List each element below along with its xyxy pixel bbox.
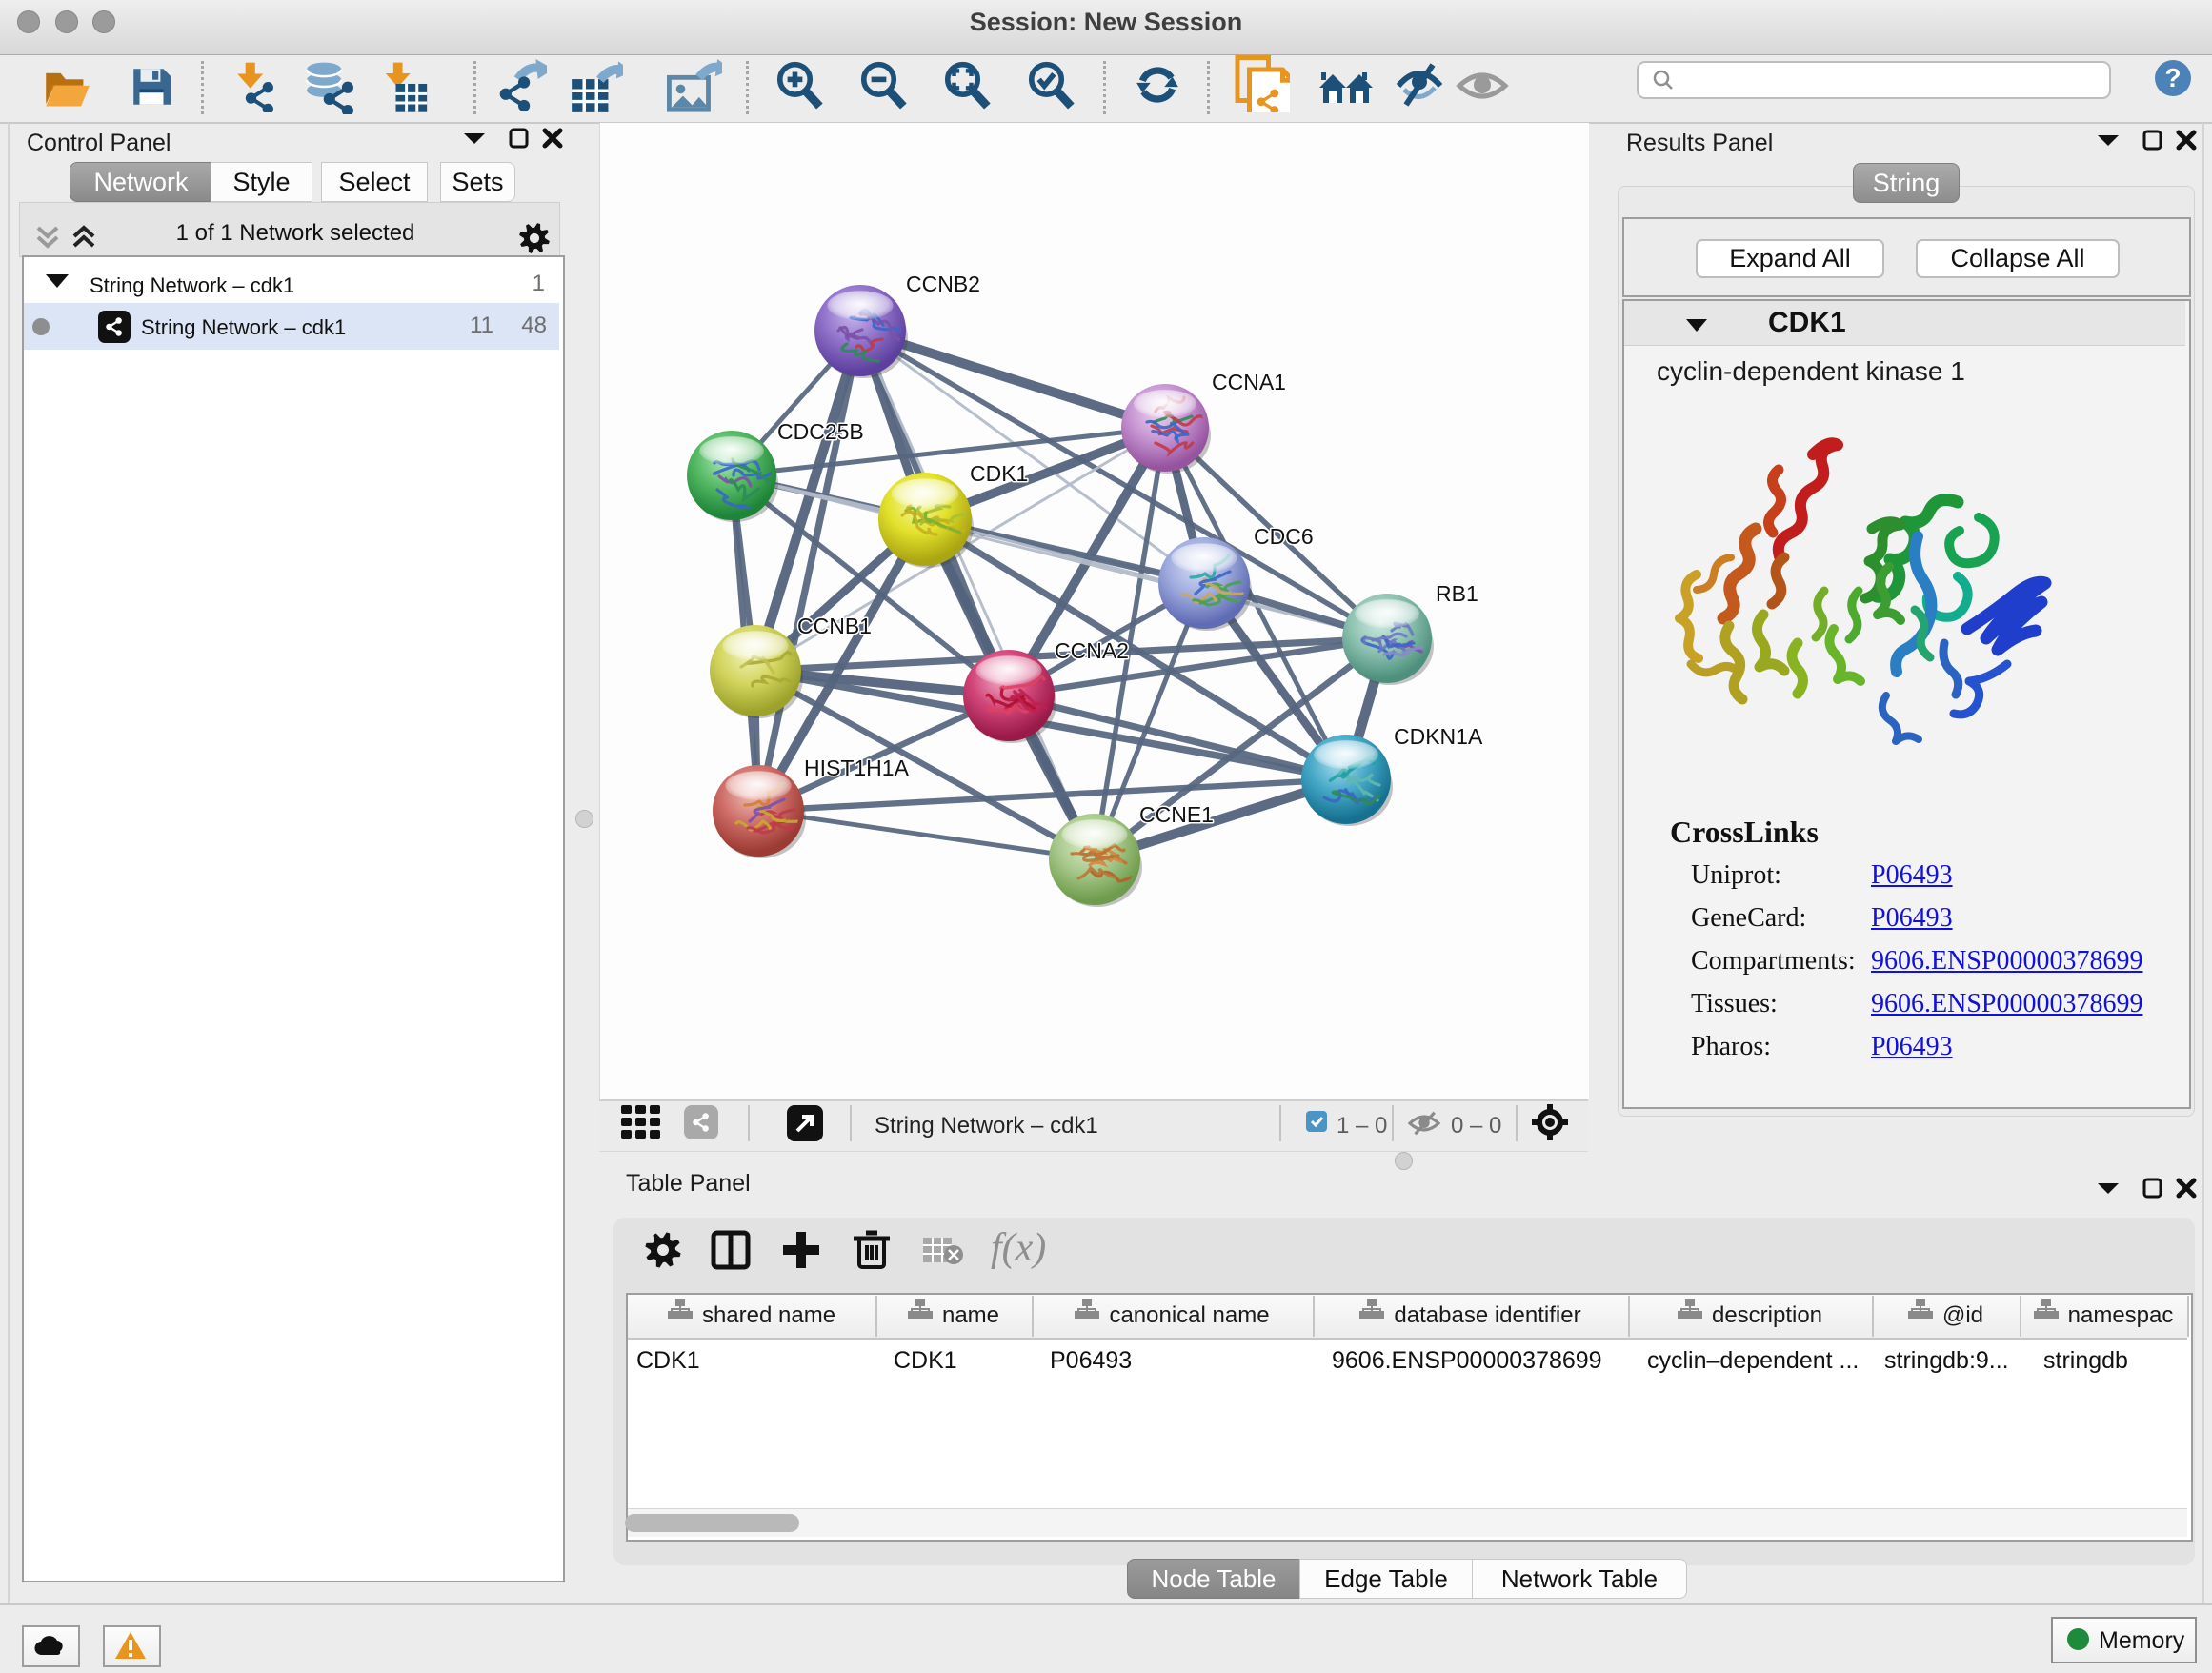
svg-text:RB1: RB1 bbox=[1436, 581, 1478, 606]
svg-text:CDKN1A: CDKN1A bbox=[1394, 724, 1483, 749]
svg-text:CDC25B: CDC25B bbox=[777, 419, 864, 444]
svg-text:CCNE1: CCNE1 bbox=[1139, 802, 1214, 827]
svg-text:CDC6: CDC6 bbox=[1254, 524, 1314, 549]
svg-text:CCNA2: CCNA2 bbox=[1055, 638, 1129, 663]
svg-text:CDK1: CDK1 bbox=[970, 461, 1028, 486]
svg-text:HIST1H1A: HIST1H1A bbox=[804, 756, 910, 780]
svg-text:CCNA1: CCNA1 bbox=[1212, 370, 1286, 394]
svg-text:CCNB2: CCNB2 bbox=[906, 272, 980, 296]
svg-text:CCNB1: CCNB1 bbox=[797, 614, 872, 638]
